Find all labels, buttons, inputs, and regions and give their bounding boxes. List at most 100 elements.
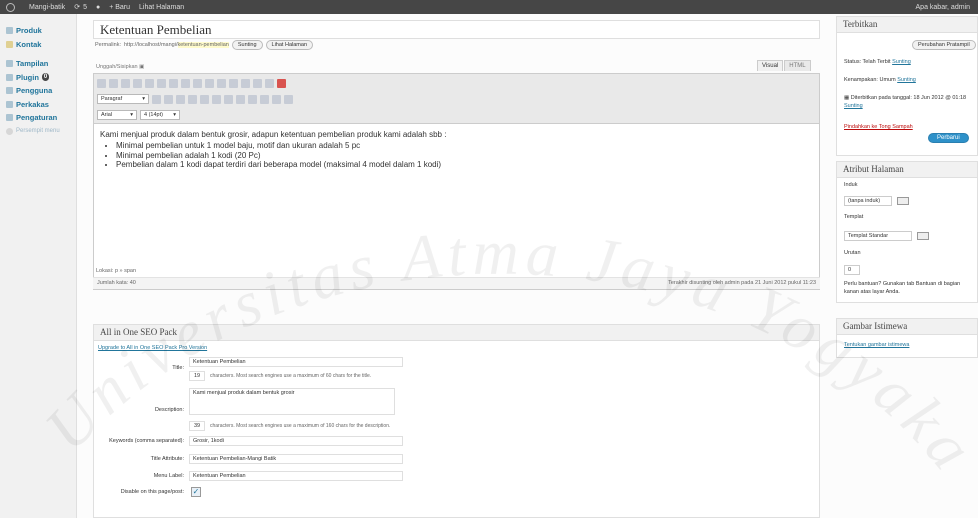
update-button[interactable]: Perbarui: [928, 133, 969, 143]
sidebar-item-label: Pengaturan: [16, 113, 58, 123]
bold-icon[interactable]: [97, 78, 106, 88]
paste-text-icon[interactable]: [188, 94, 197, 104]
seo-menu-label-input[interactable]: Ketentuan Pembelian: [189, 471, 403, 481]
underline-icon[interactable]: [152, 94, 161, 104]
seo-disable-label: Disable on this page/post:: [120, 489, 184, 495]
order-input[interactable]: 0: [844, 265, 860, 275]
bullet-list-icon[interactable]: [133, 78, 142, 88]
seo-title-attribute-label: Title Attribute:: [150, 456, 184, 462]
clear-formatting-icon[interactable]: [212, 94, 221, 104]
permalink-url[interactable]: http://localhost/mangi/ketentuan-pembeli…: [124, 42, 229, 48]
sidebar-item-label: Produk: [16, 26, 42, 36]
strikethrough-icon[interactable]: [121, 78, 130, 88]
word-count: Jumlah kata: 40: [97, 280, 136, 286]
indent-icon[interactable]: [248, 94, 257, 104]
seo-title-input[interactable]: Ketentuan Pembelian: [189, 357, 403, 367]
last-edited: Terakhir disunting oleh admin pada 21 Ju…: [668, 280, 816, 286]
comments-icon[interactable]: ●: [96, 4, 100, 11]
sidebar-item-pengaturan[interactable]: Pengaturan: [0, 111, 76, 125]
numbered-list-icon[interactable]: [145, 78, 154, 88]
parent-dropdown-icon[interactable]: [897, 197, 909, 205]
tab-visual[interactable]: Visual: [757, 60, 784, 71]
visibility-edit-link[interactable]: Sunting: [897, 77, 916, 83]
tab-html[interactable]: HTML: [784, 60, 811, 71]
undo-icon[interactable]: [260, 94, 269, 104]
align-right-icon[interactable]: [193, 78, 202, 88]
view-page-button[interactable]: Lihat Halaman: [265, 40, 313, 50]
outdent-icon[interactable]: [236, 94, 245, 104]
unlink-icon[interactable]: [217, 78, 226, 88]
trash-link[interactable]: Pindahkan ke Tong Sampah: [844, 124, 913, 130]
upload-insert[interactable]: Unggah/Sisipkan ▣: [96, 64, 144, 70]
redo-icon[interactable]: [272, 94, 281, 104]
editor-content[interactable]: Kami menjual produk dalam bentuk grosir,…: [94, 124, 819, 176]
site-name-link[interactable]: Mangi-batik: [29, 4, 65, 11]
parent-select[interactable]: (tanpa induk): [844, 196, 892, 206]
format-select[interactable]: Paragraf ▾: [97, 94, 149, 104]
seo-keywords-input[interactable]: Grosir, 1kodi: [189, 436, 403, 446]
visibility-text: Kenampakan: Umum: [844, 77, 896, 83]
paste-word-icon[interactable]: [200, 94, 209, 104]
blockquote-icon[interactable]: [157, 78, 166, 88]
seo-title-note: characters. Most search engines use a ma…: [210, 373, 372, 379]
sidebar-item-label: Persempit menu: [16, 128, 60, 135]
status-edit-link[interactable]: Sunting: [892, 59, 911, 65]
seo-description-label: Description:: [154, 407, 184, 413]
seo-menu-label-label: Menu Label:: [153, 473, 184, 479]
plugin-toolbar-icon[interactable]: [277, 78, 286, 88]
spellcheck-icon[interactable]: [241, 78, 250, 88]
text-color-icon[interactable]: [176, 94, 185, 104]
sidebar-item-perkakas[interactable]: Perkakas: [0, 98, 76, 112]
page-title-input[interactable]: Ketentuan Pembelian: [93, 20, 820, 39]
italic-icon[interactable]: [109, 78, 118, 88]
preview-changes-button[interactable]: Perubahan Pratampil: [912, 40, 976, 50]
more-tag-icon[interactable]: [229, 78, 238, 88]
view-page-link[interactable]: Lihat Halaman: [139, 4, 184, 11]
content-intro: Kami menjual produk dalam bentuk grosir,…: [100, 130, 447, 139]
sidebar-item-plugin[interactable]: Plugin 0: [0, 71, 76, 85]
font-size-select[interactable]: 4 (14pt) ▾: [140, 110, 180, 120]
template-select[interactable]: Templat Standar: [844, 231, 912, 241]
published-edit-link[interactable]: Sunting: [844, 103, 863, 109]
template-dropdown-icon[interactable]: [917, 232, 929, 240]
sidebar-item-tampilan[interactable]: Tampilan: [0, 57, 76, 71]
sidebar-item-kontak[interactable]: Kontak: [0, 38, 76, 52]
seo-upgrade-link[interactable]: Upgrade to All in One SEO Pack Pro Versi…: [94, 345, 207, 351]
align-center-icon[interactable]: [181, 78, 190, 88]
sidebar-item-produk[interactable]: Produk: [0, 24, 76, 38]
kitchen-sink-icon[interactable]: [265, 78, 274, 88]
template-label: Templat: [844, 214, 864, 220]
sidebar-item-label: Kontak: [16, 39, 42, 49]
sidebar-item-pengguna[interactable]: Pengguna: [0, 84, 76, 98]
editor-path: Lokasi: p » span: [96, 268, 137, 274]
align-left-icon[interactable]: [169, 78, 178, 88]
font-select[interactable]: Arial ▾: [97, 110, 137, 120]
parent-label: Induk: [844, 182, 858, 188]
list-item: Pembelian dalam 1 kodi dapat terdiri dar…: [116, 160, 813, 170]
attributes-title: Atribut Halaman: [837, 162, 977, 178]
seo-description-input[interactable]: Kami menjual produk dalam bentuk grosir: [189, 388, 395, 415]
permalink-label: Permalink:: [95, 42, 121, 48]
chevron-down-icon: ▾: [130, 112, 133, 118]
seo-title-attribute-input[interactable]: Ketentuan Pembelian-Mangi Batik: [189, 454, 403, 464]
special-char-icon[interactable]: [224, 94, 233, 104]
content-editor[interactable]: Paragraf ▾ Arial ▾ 4 (14pt) ▾ Kami menjual …: [93, 73, 820, 290]
contact-icon: [6, 40, 13, 48]
collapse-menu-button[interactable]: Persempit menu: [0, 125, 76, 139]
help-icon[interactable]: [284, 94, 293, 104]
greeting-link[interactable]: Apa kabar, admin: [916, 4, 970, 11]
updates-link[interactable]: ⟳ 5: [74, 3, 87, 12]
set-featured-image-link[interactable]: Tentukan gambar istimewa: [844, 342, 909, 348]
permalink-edit-button[interactable]: Sunting: [231, 40, 263, 50]
calendar-icon: ▦: [844, 95, 850, 101]
new-content-link[interactable]: + Baru: [109, 4, 130, 11]
fullscreen-icon[interactable]: [253, 78, 262, 88]
link-icon[interactable]: [205, 78, 214, 88]
media-icon[interactable]: ▣: [139, 64, 144, 70]
sidebar-item-label: Plugin: [16, 72, 39, 82]
seo-disable-checkbox[interactable]: ✓: [191, 487, 201, 497]
settings-icon: [6, 114, 13, 122]
wordpress-logo-icon[interactable]: [6, 2, 15, 12]
format-select-value: Paragraf: [101, 96, 123, 102]
justify-icon[interactable]: [164, 94, 173, 104]
